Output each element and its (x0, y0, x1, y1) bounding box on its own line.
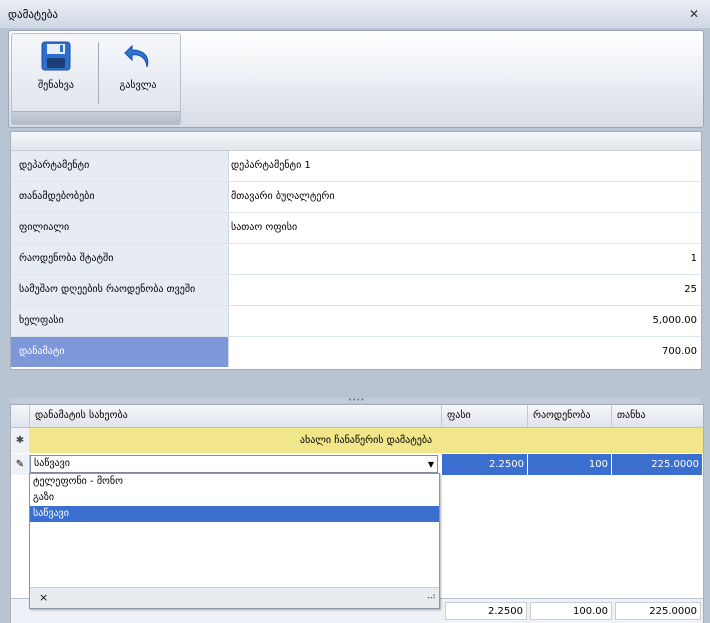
details-row-working-days[interactable]: სამუშაო დღეების რაოდენობა თვეში 25 (11, 275, 701, 306)
chevron-down-icon[interactable]: ▼ (428, 460, 434, 469)
ribbon-toolbar: შენახვა გასვლა (8, 30, 704, 128)
details-value[interactable]: დეპარტამენტი 1 (229, 151, 697, 181)
details-value[interactable]: მთავარი ბუღალტერი (229, 182, 697, 212)
details-value[interactable]: 700.00 (229, 337, 697, 367)
details-label: სამუშაო დღეების რაოდენობა თვეში (11, 275, 229, 305)
details-row-salary[interactable]: ხელფასი 5,000.00 (11, 306, 701, 337)
dropdown-footer: × ⠠⠴ (30, 587, 439, 608)
details-row-branch[interactable]: ფილიალი სათაო ოფისი (11, 213, 701, 244)
floppy-disk-icon (40, 40, 72, 72)
window-titlebar: დამატება ✕ (0, 0, 710, 28)
save-button-label: შენახვა (38, 80, 74, 91)
details-label: ფილიალი (11, 213, 229, 243)
bonus-type-dropdown: ტელეფონი - მონო გაზი საწვავი × ⠠⠴ (29, 473, 440, 609)
clear-icon[interactable]: × (39, 591, 48, 604)
footer-amount-total: 225.0000 (615, 602, 701, 620)
details-row-department[interactable]: დეპარტამენტი დეპარტამენტი 1 (11, 151, 701, 182)
details-label: დეპარტამენტი (11, 151, 229, 181)
splitter-grip-icon: •••• (348, 396, 365, 404)
details-row-bonus[interactable]: დანამატი 700.00 (11, 337, 701, 367)
column-header-type[interactable]: დანამატის სახეობა (29, 405, 441, 427)
details-row-position[interactable]: თანამდებობები მთავარი ბუღალტერი (11, 182, 701, 213)
details-label: დანამატი (11, 337, 229, 367)
details-grid-header (11, 132, 701, 151)
close-icon[interactable]: ✕ (686, 6, 702, 22)
footer-quantity-total: 100.00 (530, 602, 612, 620)
ribbon-group-footer (12, 111, 180, 124)
details-label: ხელფასი (11, 306, 229, 336)
window-title: დამატება (8, 8, 58, 21)
details-value[interactable]: 1 (229, 244, 697, 274)
exit-button-label: გასვლა (119, 80, 157, 91)
column-header-quantity[interactable]: რაოდენობა (527, 405, 611, 427)
details-value[interactable]: 25 (229, 275, 697, 305)
column-header-price[interactable]: ფასი (441, 405, 527, 427)
new-record-text[interactable]: ახალი ჩანაწერის დამატება (29, 428, 703, 453)
save-button[interactable]: შენახვა (16, 40, 96, 110)
edit-pencil-icon: ✎ (11, 454, 30, 475)
details-row-staff-count[interactable]: რაოდენობა შტატში 1 (11, 244, 701, 275)
amount-cell[interactable]: 225.0000 (611, 454, 702, 475)
ribbon-group: შენახვა გასვლა (11, 33, 181, 125)
footer-price-total: 2.2500 (445, 602, 527, 620)
dropdown-option[interactable]: გაზი (30, 490, 439, 506)
price-cell[interactable]: 2.2500 (441, 454, 527, 475)
resize-grip-icon[interactable]: ⠠⠴ (424, 592, 436, 602)
exit-button[interactable]: გასვლა (98, 40, 178, 110)
details-label: თანამდებობები (11, 182, 229, 212)
undo-arrow-icon (122, 40, 154, 72)
bonus-grid-header: დანამატის სახეობა ფასი რაოდენობა თანხა (11, 405, 703, 428)
dropdown-option[interactable]: ტელეფონი - მონო (30, 474, 439, 490)
new-record-row[interactable]: ✱ ახალი ჩანაწერის დამატება (11, 428, 703, 453)
bonus-type-value: საწვავი (34, 458, 70, 469)
new-row-asterisk-icon: ✱ (11, 428, 30, 453)
table-row[interactable]: ✎ საწვავი ▼ 2.2500 100 225.0000 (11, 454, 703, 475)
panel-splitter[interactable]: •••• (10, 396, 700, 404)
details-value[interactable]: სათაო ოფისი (229, 213, 697, 243)
dropdown-option-selected[interactable]: საწვავი (30, 506, 439, 522)
details-label: რაოდენობა შტატში (11, 244, 229, 274)
details-grid: დეპარტამენტი დეპარტამენტი 1 თანამდებობებ… (10, 131, 702, 370)
details-value[interactable]: 5,000.00 (229, 306, 697, 336)
column-header-amount[interactable]: თანხა (611, 405, 703, 427)
bonus-type-combobox[interactable]: საწვავი ▼ (30, 455, 438, 473)
quantity-cell[interactable]: 100 (527, 454, 611, 475)
